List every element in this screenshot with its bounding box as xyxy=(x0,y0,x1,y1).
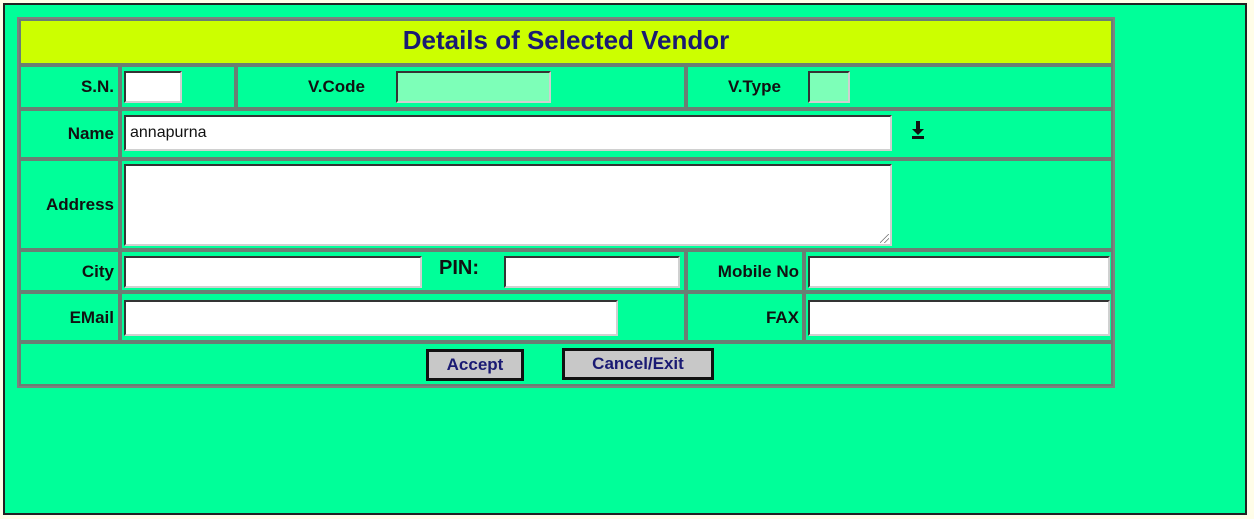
vtype-label: V.Type xyxy=(728,77,781,96)
email-input-cell xyxy=(120,292,686,342)
city-input[interactable] xyxy=(124,256,422,288)
address-textarea-wrap xyxy=(124,164,892,246)
name-input[interactable] xyxy=(124,115,892,151)
sn-input-cell xyxy=(120,65,236,109)
sn-input[interactable] xyxy=(124,71,182,103)
resize-grip-icon[interactable] xyxy=(880,234,889,243)
pin-input[interactable] xyxy=(504,256,680,288)
sn-label: S.N. xyxy=(80,77,114,96)
name-label: Name xyxy=(67,124,114,143)
vcode-label: V.Code xyxy=(308,77,366,96)
sn-label-cell: S.N. xyxy=(19,65,120,109)
vcode-cell: V.Code xyxy=(236,65,686,109)
button-row: Accept Cancel/Exit xyxy=(19,342,1113,386)
name-label-cell: Name xyxy=(19,109,120,159)
pin-label: PIN: xyxy=(439,257,479,279)
mobile-label: Mobile No xyxy=(717,262,799,281)
fax-input-cell xyxy=(804,292,1113,342)
email-label: EMail xyxy=(69,308,114,327)
email-label-cell: EMail xyxy=(19,292,120,342)
address-input-cell xyxy=(120,159,1113,250)
mobile-label-cell: Mobile No xyxy=(686,250,804,292)
mobile-input-cell xyxy=(804,250,1113,292)
mobile-input[interactable] xyxy=(808,256,1110,288)
fax-label-cell: FAX xyxy=(686,292,804,342)
fax-label: FAX xyxy=(765,308,799,327)
email-input[interactable] xyxy=(124,300,618,336)
cancel-exit-button[interactable]: Cancel/Exit xyxy=(562,348,714,380)
address-label: Address xyxy=(45,195,114,214)
fax-input[interactable] xyxy=(808,300,1110,336)
vtype-cell: V.Type xyxy=(686,65,1113,109)
address-label-cell: Address xyxy=(19,159,120,250)
vtype-input[interactable] xyxy=(808,71,850,103)
city-pin-cell: PIN: xyxy=(120,250,686,292)
form-title: Details of Selected Vendor xyxy=(402,25,730,55)
vendor-details-panel: Details of Selected Vendor S.N. V.Code V… xyxy=(3,3,1247,515)
vendor-form-frame: Details of Selected Vendor S.N. V.Code V… xyxy=(17,17,1115,388)
city-label: City xyxy=(81,262,114,281)
name-input-cell xyxy=(120,109,1113,159)
download-arrow-icon[interactable] xyxy=(911,120,925,140)
vcode-input[interactable] xyxy=(396,71,551,103)
city-label-cell: City xyxy=(19,250,120,292)
title-row: Details of Selected Vendor xyxy=(19,19,1113,65)
address-textarea[interactable] xyxy=(124,164,892,246)
accept-button[interactable]: Accept xyxy=(426,349,524,381)
